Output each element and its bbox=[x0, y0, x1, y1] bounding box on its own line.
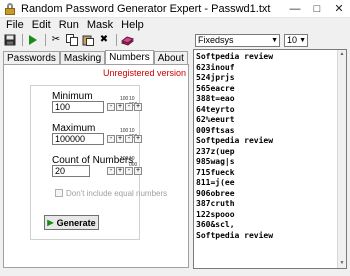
scroll-up-icon[interactable]: ▲ bbox=[338, 50, 346, 59]
run-icon[interactable] bbox=[26, 33, 40, 46]
decrease-icon[interactable]: - bbox=[125, 103, 133, 111]
minimize-icon[interactable]: — bbox=[284, 0, 306, 18]
editor-line: 62%eeurt bbox=[196, 115, 235, 124]
run-icon: ▶ bbox=[47, 218, 54, 227]
paste-icon[interactable] bbox=[81, 33, 95, 46]
status-bar bbox=[0, 270, 350, 276]
editor-line: 623inouf bbox=[196, 62, 235, 72]
scale-label-100: 100 bbox=[120, 156, 129, 162]
editor-line: 985wag|s bbox=[196, 157, 235, 166]
font-name-select[interactable]: Fixedsys ▼ bbox=[195, 34, 280, 47]
editor-line: 388t=eao bbox=[196, 94, 235, 103]
increase-icon[interactable]: + bbox=[116, 103, 124, 111]
increase-icon[interactable]: + bbox=[134, 135, 142, 143]
editor-line: 524jprjs bbox=[196, 73, 235, 82]
menu-mask[interactable]: Mask bbox=[83, 18, 117, 32]
editor-lines: Softpedia review 623inouf 524jprjs 565ea… bbox=[196, 52, 273, 241]
scroll-down-icon[interactable]: ▼ bbox=[338, 259, 346, 268]
increase-icon[interactable]: + bbox=[116, 135, 124, 143]
editor-line: Softpedia review bbox=[196, 52, 274, 61]
vertical-scrollbar[interactable]: ▲ ▼ bbox=[337, 50, 346, 268]
maximize-icon[interactable]: □ bbox=[306, 0, 328, 18]
font-name-value: Fixedsys bbox=[198, 35, 234, 45]
scale-label-100: 100 bbox=[120, 96, 129, 102]
editor-line: 122spooo bbox=[196, 209, 235, 219]
decrease-icon[interactable]: - bbox=[107, 135, 115, 143]
generate-label: Generate bbox=[56, 217, 96, 228]
editor-line: Softpedia review bbox=[196, 136, 274, 145]
save-icon[interactable] bbox=[3, 33, 17, 46]
output-editor[interactable]: Softpedia review 623inouf 524jprjs 565ea… bbox=[193, 49, 347, 269]
editor-line: 906obree bbox=[196, 188, 235, 198]
tab-passwords[interactable]: Passwords bbox=[3, 51, 60, 65]
decrease-icon[interactable]: - bbox=[125, 135, 133, 143]
increase-icon[interactable]: + bbox=[116, 167, 124, 175]
tab-numbers[interactable]: Numbers bbox=[105, 50, 154, 65]
maximum-input[interactable]: 100000 bbox=[52, 133, 104, 145]
menu-run[interactable]: Run bbox=[55, 18, 83, 32]
editor-line: 64teyrto bbox=[196, 104, 235, 114]
decrease-icon[interactable]: - bbox=[107, 103, 115, 111]
tab-strip: Passwords Masking Numbers About bbox=[3, 50, 188, 65]
numbers-panel: Unregistered version Minimum 100 10 000 … bbox=[3, 64, 189, 268]
generate-button[interactable]: ▶ Generate bbox=[44, 215, 99, 230]
no-equal-checkbox[interactable] bbox=[55, 189, 63, 197]
increase-icon[interactable]: + bbox=[134, 167, 142, 175]
editor-line: 565eacre bbox=[196, 83, 235, 93]
no-equal-label: Don't include equal numbers bbox=[66, 189, 168, 198]
menu-help[interactable]: Help bbox=[117, 18, 148, 32]
delete-icon[interactable]: ✖ bbox=[97, 33, 111, 46]
font-size-select[interactable]: 10 ▼ bbox=[284, 34, 308, 47]
editor-line: 360&scl, bbox=[196, 220, 235, 229]
editor-line: 009ftsas bbox=[196, 125, 235, 135]
count-input[interactable]: 20 bbox=[52, 165, 90, 177]
tab-masking[interactable]: Masking bbox=[59, 51, 106, 65]
copy-icon[interactable] bbox=[65, 33, 79, 46]
increase-icon[interactable]: + bbox=[134, 103, 142, 111]
title-bar: Random Password Generator Expert - Passw… bbox=[0, 0, 350, 18]
menu-bar: File Edit Run Mask Help bbox=[0, 18, 350, 32]
menu-edit[interactable]: Edit bbox=[28, 18, 55, 32]
menu-file[interactable]: File bbox=[2, 18, 28, 32]
editor-line: 715fueck bbox=[196, 167, 235, 177]
chevron-down-icon: ▼ bbox=[299, 37, 306, 44]
minimum-input[interactable]: 100 bbox=[52, 101, 104, 113]
editor-line: Softpedia review bbox=[196, 230, 274, 240]
unregistered-label: Unregistered version bbox=[102, 68, 186, 78]
scale-label-100: 100 bbox=[120, 128, 129, 134]
font-size-value: 10 bbox=[287, 35, 298, 45]
editor-line: 387cruth bbox=[196, 199, 235, 208]
cut-icon[interactable]: ✂ bbox=[49, 33, 63, 46]
decrease-icon[interactable]: - bbox=[107, 167, 115, 175]
chevron-down-icon: ▼ bbox=[271, 37, 278, 44]
close-icon[interactable]: ✕ bbox=[328, 0, 350, 18]
editor-line: 237z(uep bbox=[196, 146, 235, 156]
lock-app-icon bbox=[3, 2, 17, 16]
decrease-icon[interactable]: - bbox=[125, 167, 133, 175]
book-icon[interactable] bbox=[120, 33, 134, 46]
editor-line: 811=j(ee bbox=[196, 178, 235, 187]
window-title: Random Password Generator Expert - Passw… bbox=[21, 2, 271, 15]
tab-about[interactable]: About bbox=[153, 51, 188, 65]
